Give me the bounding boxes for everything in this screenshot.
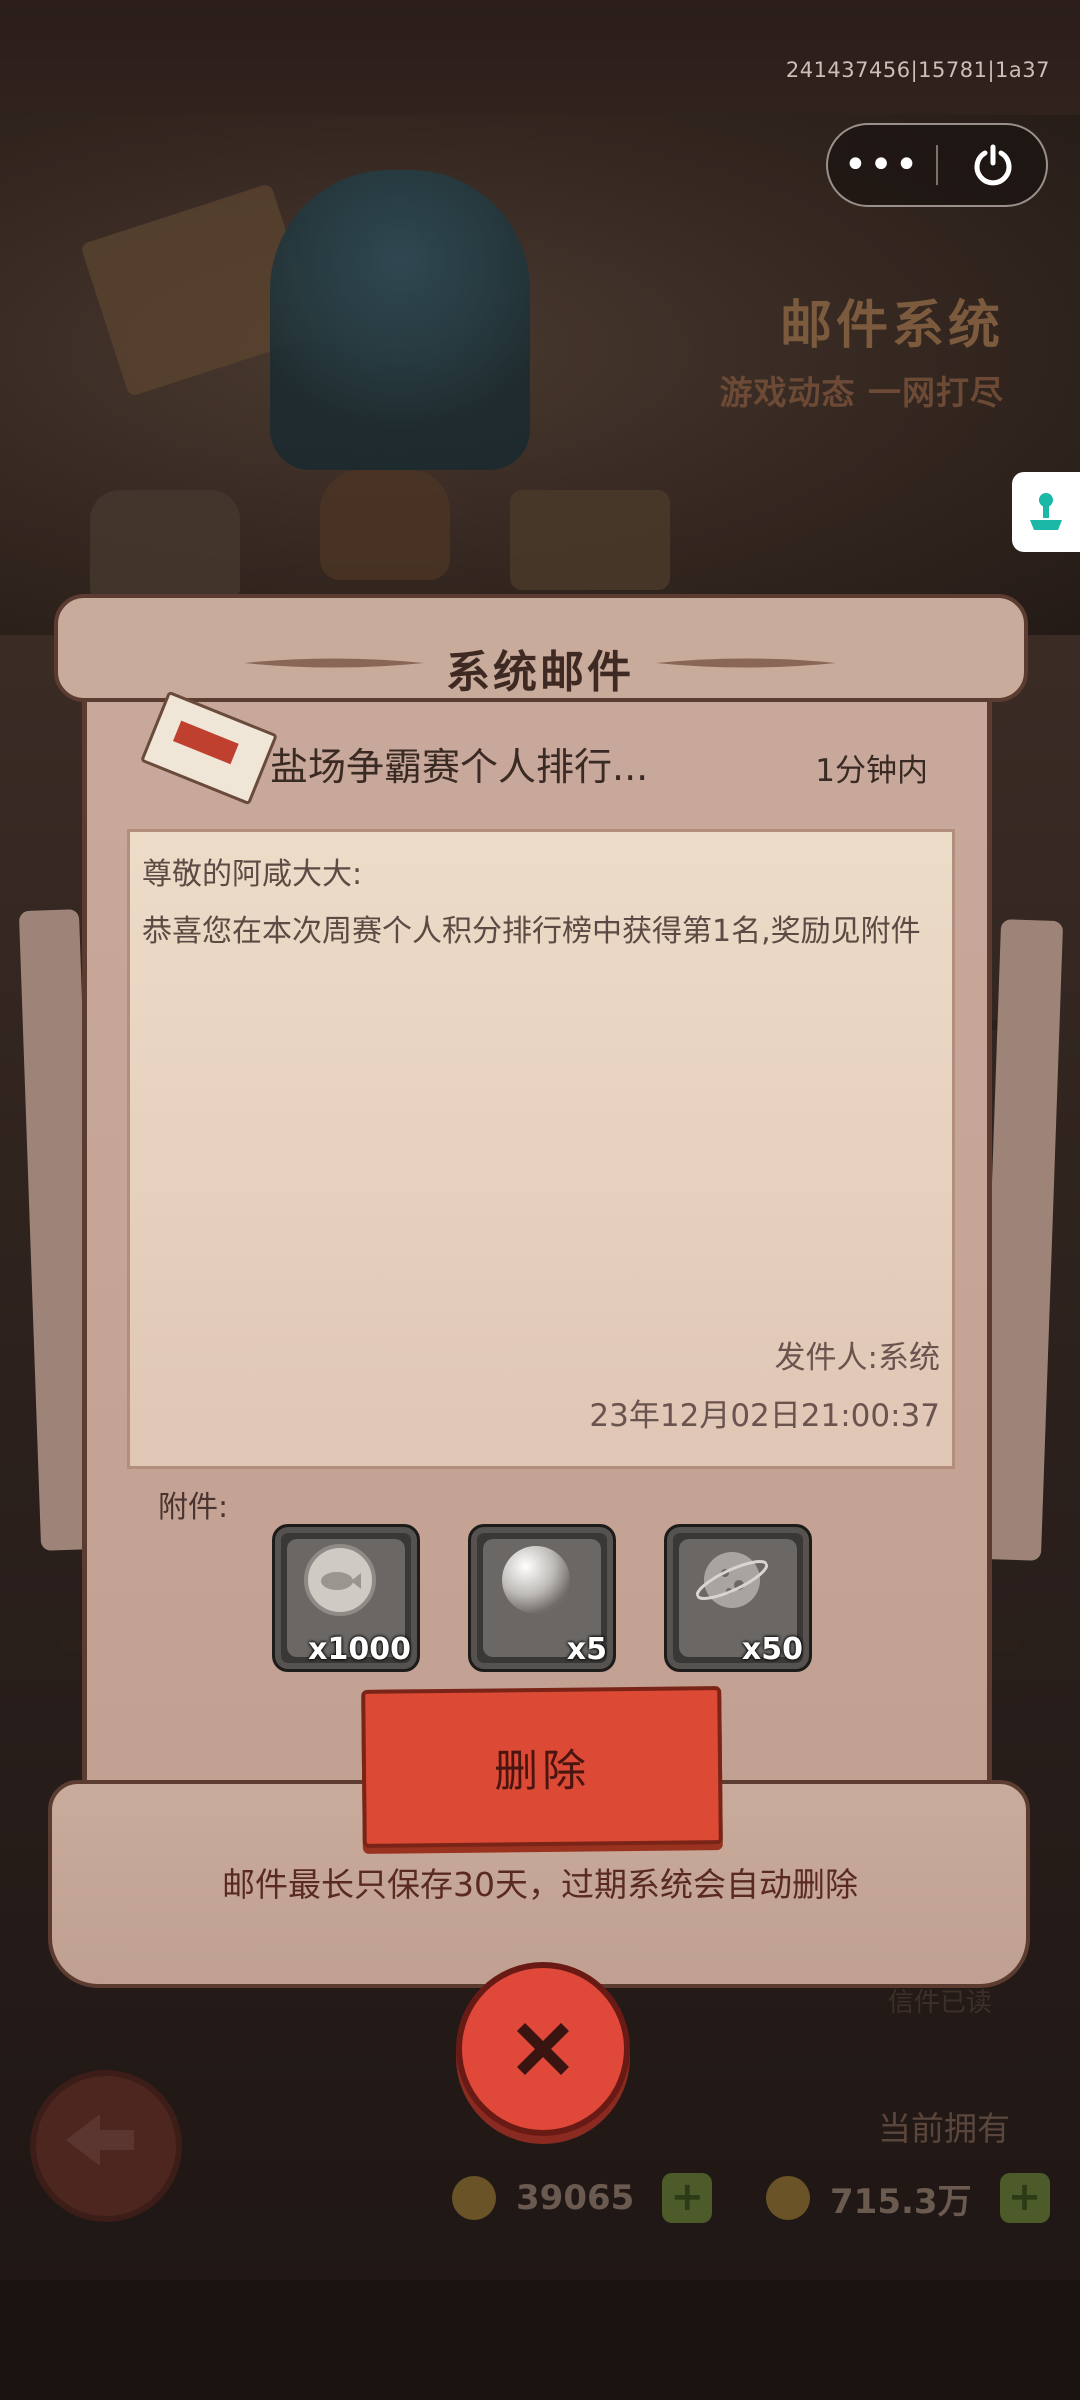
power-button[interactable] [940,125,1046,205]
power-icon [974,144,1012,186]
attachment-count: x5 [566,1632,607,1667]
hero-radio-art [510,490,670,590]
resource-coin-value: 715.3万 [830,2181,972,2222]
attachment-item[interactable]: x50 [664,1524,812,1672]
mail-content-box[interactable]: 尊敬的阿咸大大: 恭喜您在本次周赛个人积分排行榜中获得第1名,奖励见附件 发件人… [127,829,955,1469]
mail-body: 恭喜您在本次周赛个人积分排行榜中获得第1名,奖励见附件 [142,914,921,949]
delete-button-label: 删除 [493,1745,591,1798]
mail-retention-note: 邮件最长只保存30天，过期系统会自动删除 [222,1865,858,1904]
current-owned-label: 当前拥有 [878,2109,1010,2148]
fish-coin-icon [304,1544,376,1616]
mail-subject: 盐场争霸赛个人排行... [270,745,649,789]
bone-icon [452,2176,496,2220]
mail-sender: 发件人:系统 [774,1340,940,1376]
attachments-label: 附件: [158,1490,229,1525]
mail-date: 23年12月02日21:00:37 [589,1398,940,1434]
miniapp-capsule: ••• [826,123,1048,207]
side-float-button[interactable] [1012,472,1080,552]
coin-icon [766,2176,810,2220]
hero-mail-carrier-art [270,170,530,470]
close-button[interactable] [456,1962,630,2136]
attachment-count: x1000 [308,1632,411,1667]
mail-greeting: 尊敬的阿咸大大: [142,857,363,892]
bottom-bar [0,2280,1080,2400]
hero-lantern-art [90,490,240,600]
attachment-count: x50 [741,1632,803,1667]
back-button[interactable] [30,2070,182,2222]
page-title: 邮件系统 [779,296,1004,356]
attachment-item[interactable]: x1000 [272,1524,420,1672]
add-bone-button[interactable]: + [662,2173,713,2223]
pearl-icon [502,1546,570,1614]
resource-bone: 39065 + [452,2168,713,2228]
delete-button[interactable]: 删除 [361,1686,723,1848]
add-coin-button[interactable]: + [999,2173,1050,2223]
page-subtitle: 游戏动态 一网打尽 [719,373,1004,412]
capsule-divider [936,145,938,185]
resource-coin: 715.3万 + [766,2168,1050,2228]
close-icon [517,2023,569,2075]
back-arrow-icon [66,2114,134,2166]
resource-bone-value: 39065 [516,2178,635,2218]
dialog-title: 系统邮件 [446,647,634,698]
more-button[interactable]: ••• [828,125,936,205]
attachment-item[interactable]: x5 [468,1524,616,1672]
planet-icon [695,1552,769,1608]
system-id-text: 241437456|15781|1a37 [785,58,1050,82]
mail-time: 1分钟内 [815,753,928,789]
hero-basket-art [320,470,450,580]
joystick-icon [1030,493,1062,530]
